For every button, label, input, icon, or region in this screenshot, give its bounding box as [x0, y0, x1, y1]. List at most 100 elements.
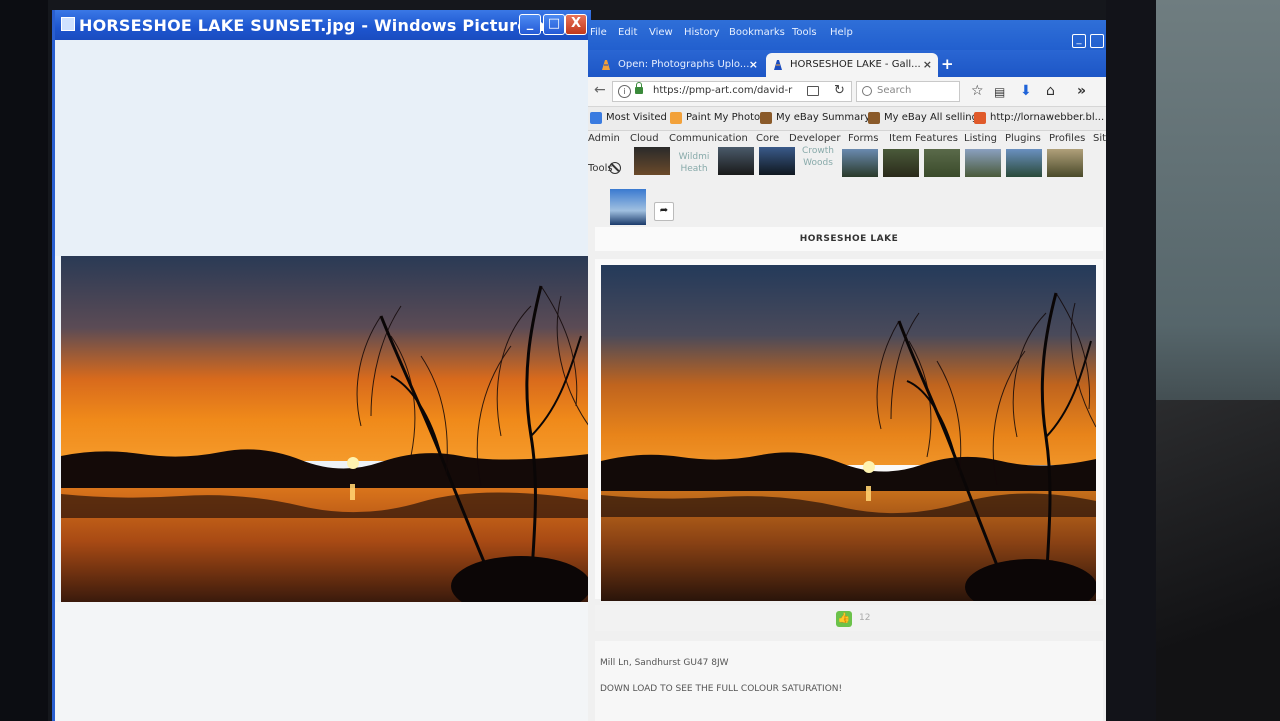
gallery-thumbnail[interactable]	[634, 147, 670, 175]
admin-menu-forms[interactable]: Forms	[848, 133, 878, 144]
reload-icon[interactable]: ↻	[834, 83, 845, 98]
reader-view-icon[interactable]	[807, 86, 819, 96]
admin-menu-site[interactable]: Sit	[1093, 133, 1106, 144]
viewer-title: HORSESHOE LAKE SUNSET.jpg - Windows Pict…	[79, 16, 593, 35]
admin-menu-core[interactable]: Core	[756, 133, 779, 144]
minimize-button[interactable]: _	[519, 14, 541, 35]
admin-menu-cloud[interactable]: Cloud	[630, 133, 659, 144]
thumbnail-label-crowth-woods[interactable]: Crowth Woods	[796, 145, 840, 169]
share-arrow-icon[interactable]: ➦	[654, 202, 674, 221]
gallery-thumbnail[interactable]	[610, 189, 646, 225]
search-icon	[862, 86, 872, 96]
main-photo-frame	[595, 259, 1103, 601]
photo-location: Mill Ln, Sandhurst GU47 8JW	[600, 658, 729, 668]
info-icon[interactable]: i	[618, 85, 631, 98]
gallery-thumbnail[interactable]	[965, 149, 1001, 177]
gallery-thumbnail[interactable]	[883, 149, 919, 177]
library-icon[interactable]: ▤	[994, 85, 1005, 99]
bookmark-label: Paint My Photo	[686, 112, 761, 123]
bookmark-ebay-summary[interactable]: My eBay Summary	[760, 112, 871, 124]
overflow-chevron-icon[interactable]: »	[1077, 83, 1086, 99]
tab-strip: Open: Photographs Uplo... × HORSESHOE LA…	[588, 50, 1106, 77]
bookmark-label: Most Visited	[606, 112, 667, 123]
shopping-bag-icon	[760, 112, 772, 124]
home-icon[interactable]: ⌂	[1046, 83, 1055, 99]
viewer-canvas-background-bottom	[55, 602, 588, 721]
menu-view[interactable]: View	[649, 27, 673, 38]
monitor-bezel-right	[1106, 0, 1156, 721]
picture-viewer-window: HORSESHOE LAKE SUNSET.jpg - Windows Pict…	[52, 10, 593, 721]
gallery-thumbnail[interactable]	[1006, 149, 1042, 177]
block-icon[interactable]	[609, 162, 621, 174]
search-input[interactable]: Search	[856, 81, 960, 102]
back-arrow-icon[interactable]: ←	[594, 82, 606, 98]
menu-tools[interactable]: Tools	[792, 27, 817, 38]
admin-menu-plugins[interactable]: Plugins	[1005, 133, 1041, 144]
thumbs-up-icon[interactable]: 👍	[836, 611, 852, 627]
tab-label: HORSESHOE LAKE - Gall...	[790, 59, 921, 70]
viewer-titlebar[interactable]: HORSESHOE LAKE SUNSET.jpg - Windows Pict…	[55, 10, 593, 40]
like-count: 12	[859, 613, 871, 623]
main-photo[interactable]	[601, 265, 1096, 601]
tab-label: Open: Photographs Uplo...	[618, 59, 750, 70]
url-bar[interactable]: i https://pmp-art.com/david-r ↻	[612, 81, 852, 102]
admin-menu-developer[interactable]: Developer	[789, 133, 840, 144]
new-tab-button[interactable]: +	[941, 55, 954, 73]
lock-icon[interactable]	[635, 82, 643, 94]
download-arrow-icon[interactable]: ⬇	[1020, 83, 1032, 99]
url-text[interactable]: https://pmp-art.com/david-r	[653, 85, 803, 96]
search-placeholder: Search	[877, 85, 912, 96]
bookmarks-toolbar: Most Visited Paint My Photo My eBay Summ…	[588, 107, 1106, 131]
bookmark-label: My eBay Summary	[776, 112, 871, 123]
menu-help[interactable]: Help	[830, 27, 853, 38]
tab-photographs-upload[interactable]: Open: Photographs Uplo... ×	[594, 53, 764, 77]
maximize-button[interactable]: □	[543, 14, 565, 35]
bookmark-paint-my-photo[interactable]: Paint My Photo	[670, 112, 761, 124]
monitor-bezel-left	[0, 0, 48, 721]
tab-horseshoe-lake[interactable]: HORSESHOE LAKE - Gall... ×	[766, 53, 938, 77]
gallery-thumbnail[interactable]	[718, 147, 754, 175]
firefox-browser-window: File Edit View History Bookmarks Tools H…	[588, 20, 1106, 721]
folder-icon	[590, 112, 602, 124]
menu-edit[interactable]: Edit	[618, 27, 637, 38]
admin-menu-listing[interactable]: Listing	[964, 133, 997, 144]
gallery-thumbnail[interactable]	[924, 149, 960, 177]
tab-close-icon[interactable]: ×	[749, 58, 758, 71]
gallery-image-title: HORSESHOE LAKE	[595, 227, 1103, 251]
blogger-icon	[974, 112, 986, 124]
web-page: Admin Cloud Communication Core Developer…	[588, 131, 1106, 721]
gallery-thumbnail[interactable]	[1047, 149, 1083, 177]
close-button[interactable]: X	[565, 14, 587, 35]
shopping-bag-icon	[868, 112, 880, 124]
admin-menu-admin[interactable]: Admin	[588, 133, 620, 144]
bookmark-label: http://lornawebber.bl...	[990, 112, 1105, 123]
navigation-toolbar: ← i https://pmp-art.com/david-r ↻ Search…	[588, 77, 1106, 107]
room-shadow	[1155, 400, 1280, 721]
menu-file[interactable]: File	[590, 27, 607, 38]
photo-description: DOWN LOAD TO SEE THE FULL COLOUR SATURAT…	[600, 684, 843, 694]
menu-bookmarks[interactable]: Bookmarks	[729, 27, 785, 38]
thumbnail-label-wildmi-heath[interactable]: Wildmi Heath	[672, 151, 716, 175]
gallery-thumbnail[interactable]	[759, 147, 795, 175]
sunset-photo	[61, 256, 589, 602]
admin-menu-profiles[interactable]: Profiles	[1049, 133, 1085, 144]
bookmark-most-visited[interactable]: Most Visited	[590, 112, 667, 124]
browser-minimize-button[interactable]: _	[1072, 34, 1086, 48]
gallery-thumbnail[interactable]	[842, 149, 878, 177]
bookmark-label: My eBay All selling	[884, 112, 978, 123]
tab-close-icon[interactable]: ×	[923, 58, 932, 71]
gallery-thumbnail-strip: Tools Wildmi Heath Crowth Woods ➦	[588, 145, 1106, 227]
bookmark-lornawebber[interactable]: http://lornawebber.bl...	[974, 112, 1105, 124]
like-row: 👍 12	[595, 605, 1103, 631]
browser-maximize-button[interactable]	[1090, 34, 1104, 48]
bookmark-ebay-all-selling[interactable]: My eBay All selling	[868, 112, 978, 124]
sunset-photo-image	[61, 256, 589, 602]
admin-menu-item-features[interactable]: Item Features	[889, 133, 958, 144]
main-sunset-photo-image	[601, 265, 1096, 601]
viewer-canvas-background	[55, 40, 588, 256]
admin-menu-communication[interactable]: Communication	[669, 133, 748, 144]
menu-history[interactable]: History	[684, 27, 720, 38]
pmp-favicon-icon	[774, 60, 782, 70]
bookmark-star-icon[interactable]: ☆	[971, 83, 984, 99]
pmp-favicon-icon	[670, 112, 682, 124]
